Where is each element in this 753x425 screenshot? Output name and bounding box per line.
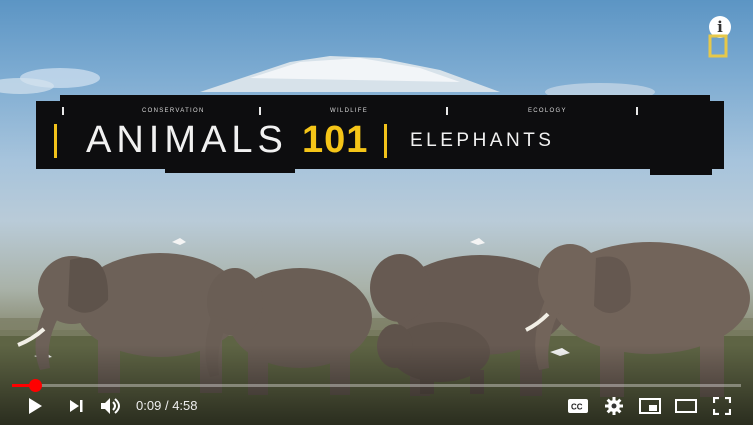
category-wildlife: WILDLIFE bbox=[330, 108, 369, 114]
category-tick bbox=[446, 107, 448, 115]
volume-button[interactable] bbox=[98, 393, 124, 419]
video-player[interactable]: CONSERVATION WILDLIFE ECOLOGY ANIMALS 10… bbox=[0, 0, 753, 425]
progress-bar[interactable] bbox=[12, 379, 741, 392]
title-subtitle: ELEPHANTS bbox=[410, 130, 555, 151]
accent-bar bbox=[54, 124, 57, 158]
miniplayer-icon bbox=[639, 398, 661, 414]
miniplayer-button[interactable] bbox=[638, 393, 662, 419]
category-ecology: ECOLOGY bbox=[528, 108, 567, 114]
time-current: 0:09 bbox=[136, 398, 162, 413]
play-button[interactable] bbox=[24, 393, 46, 419]
accent-bar bbox=[384, 124, 387, 158]
svg-text:CC: CC bbox=[571, 403, 583, 412]
next-icon bbox=[70, 400, 83, 412]
category-tick bbox=[62, 107, 64, 115]
category-tick bbox=[259, 107, 261, 115]
fullscreen-button[interactable] bbox=[710, 393, 734, 419]
title-number: 101 bbox=[302, 119, 369, 161]
settings-icon bbox=[605, 397, 623, 415]
captions-button[interactable]: CC bbox=[566, 393, 590, 419]
time-separator: / bbox=[164, 398, 169, 413]
theater-icon bbox=[675, 399, 697, 413]
nat-geo-logo-icon bbox=[708, 34, 728, 58]
title-main: ANIMALS bbox=[86, 119, 288, 161]
next-button[interactable] bbox=[65, 393, 87, 419]
category-tick bbox=[636, 107, 638, 115]
time-display: 0:09 / 4:58 bbox=[136, 398, 198, 413]
settings-button[interactable] bbox=[602, 393, 626, 419]
category-conservation: CONSERVATION bbox=[142, 108, 205, 114]
play-icon bbox=[29, 398, 42, 414]
volume-icon bbox=[101, 398, 120, 414]
theater-button[interactable] bbox=[673, 393, 699, 419]
time-total: 4:58 bbox=[172, 398, 198, 413]
captions-icon: CC bbox=[568, 399, 588, 413]
fullscreen-icon bbox=[713, 397, 731, 415]
